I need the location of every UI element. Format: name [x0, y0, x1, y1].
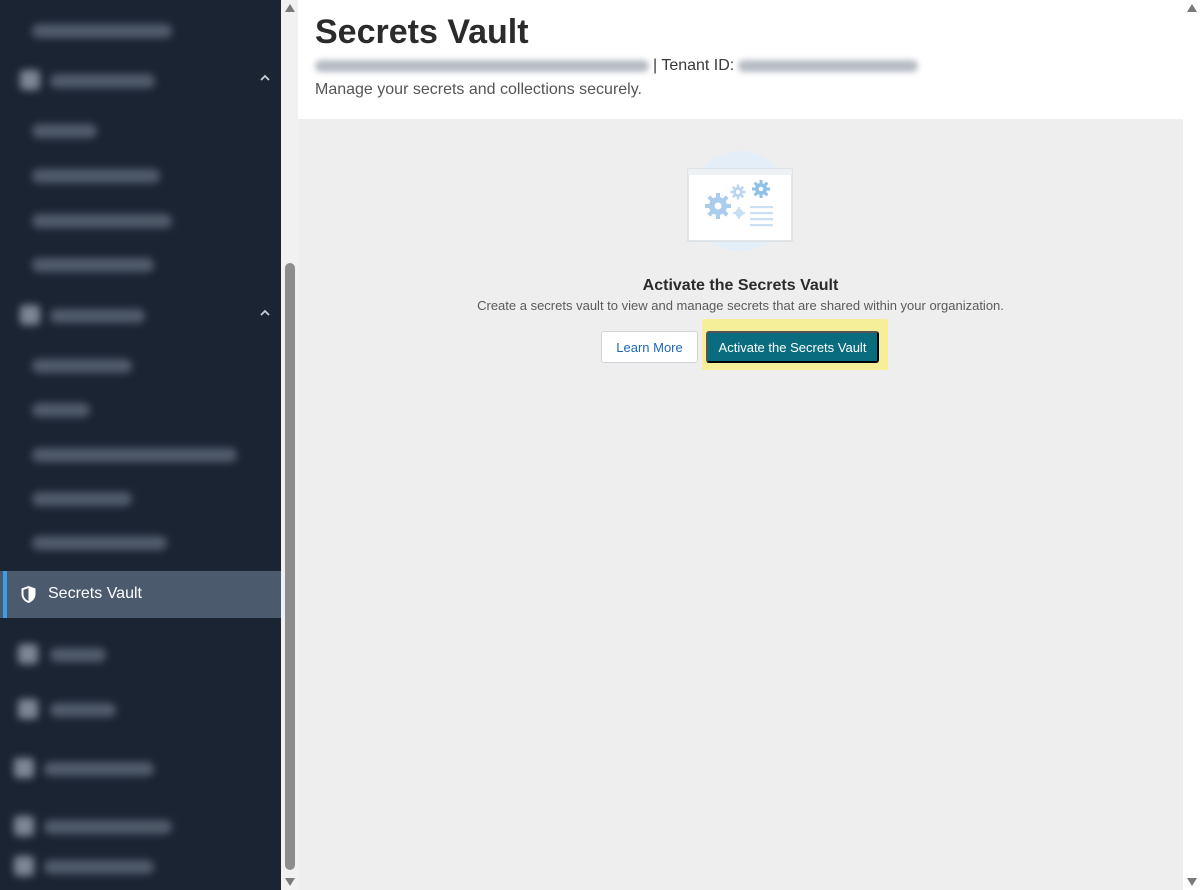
- redacted-icon: [20, 70, 40, 90]
- redacted-label: [32, 448, 237, 462]
- page-subtitle: Manage your secrets and collections secu…: [315, 81, 642, 98]
- redacted-label: [32, 403, 90, 417]
- sidebar-item-redacted[interactable]: [0, 846, 281, 890]
- gears-document-illustration: [687, 151, 793, 251]
- redacted-icon: [14, 816, 34, 836]
- tenant-id-label: | Tenant ID:: [653, 57, 735, 74]
- redacted-label: [32, 258, 154, 272]
- sidebar-item-redacted[interactable]: [0, 389, 281, 433]
- scroll-up-arrow-icon[interactable]: [285, 4, 295, 12]
- redacted-label: [32, 359, 132, 373]
- page-title: Secrets Vault: [315, 13, 529, 51]
- redacted-icon: [20, 305, 40, 325]
- shield-icon: [21, 586, 36, 603]
- redacted-label: [32, 536, 167, 550]
- sidebar-item-redacted[interactable]: [0, 478, 281, 522]
- sidebar-section-redacted[interactable]: [0, 60, 281, 104]
- sidebar-item-redacted[interactable]: [0, 244, 281, 288]
- empty-state-panel: Activate the Secrets Vault Create a secr…: [298, 119, 1183, 890]
- chevron-up-icon: [259, 72, 271, 84]
- sidebar-item-redacted[interactable]: [0, 110, 281, 154]
- active-indicator: [3, 571, 7, 618]
- redacted-icon: [18, 644, 38, 664]
- sidebar-item-redacted[interactable]: [0, 345, 281, 389]
- sidebar-item-redacted[interactable]: [0, 689, 281, 733]
- sidebar: Secrets Vault: [0, 0, 281, 890]
- sidebar-item-redacted[interactable]: [0, 155, 281, 199]
- redacted-label: [32, 169, 160, 183]
- sidebar-item-label: Secrets Vault: [48, 585, 142, 602]
- sidebar-item-redacted[interactable]: [0, 200, 281, 244]
- redacted-label: [44, 820, 172, 834]
- page-header: Secrets Vault | Tenant ID: Manage your s…: [298, 0, 1183, 119]
- redacted-icon: [14, 758, 34, 778]
- empty-state-description: Create a secrets vault to view and manag…: [477, 298, 1004, 313]
- redacted-label: [50, 309, 145, 323]
- sidebar-item-redacted[interactable]: [0, 634, 281, 678]
- activate-secrets-vault-button[interactable]: Activate the Secrets Vault: [706, 331, 879, 363]
- sidebar-item-secrets-vault[interactable]: Secrets Vault: [0, 571, 281, 618]
- redacted-icon: [18, 699, 38, 719]
- learn-more-button[interactable]: Learn More: [601, 331, 698, 363]
- sidebar-item-redacted[interactable]: [0, 748, 281, 792]
- scroll-down-arrow-icon[interactable]: [285, 878, 295, 886]
- sidebar-section-redacted[interactable]: [0, 295, 281, 339]
- redacted-label: [50, 74, 155, 88]
- redacted-label: [32, 214, 172, 228]
- empty-state-title: Activate the Secrets Vault: [642, 277, 839, 294]
- redacted-icon: [14, 856, 34, 876]
- redacted-label: [50, 648, 106, 662]
- redacted-tenant-name: [315, 60, 649, 72]
- redacted-tenant-id: [738, 60, 919, 72]
- scroll-up-arrow-icon[interactable]: [1187, 4, 1197, 12]
- page-scrollbar[interactable]: [1183, 0, 1200, 890]
- sidebar-item-redacted[interactable]: [0, 10, 281, 54]
- scroll-down-arrow-icon[interactable]: [1187, 878, 1197, 886]
- redacted-label: [32, 492, 132, 506]
- sidebar-item-redacted[interactable]: [0, 522, 281, 566]
- redacted-label: [44, 860, 154, 874]
- sidebar-scrollbar[interactable]: [281, 0, 298, 890]
- redacted-label: [44, 762, 154, 776]
- redacted-label: [32, 24, 172, 38]
- chevron-up-icon: [259, 307, 271, 319]
- sidebar-item-redacted[interactable]: [0, 806, 281, 850]
- redacted-label: [32, 124, 97, 138]
- sidebar-item-redacted[interactable]: [0, 434, 281, 478]
- redacted-label: [50, 703, 116, 717]
- scroll-thumb[interactable]: [285, 263, 295, 870]
- tenant-info: | Tenant ID:: [315, 55, 919, 77]
